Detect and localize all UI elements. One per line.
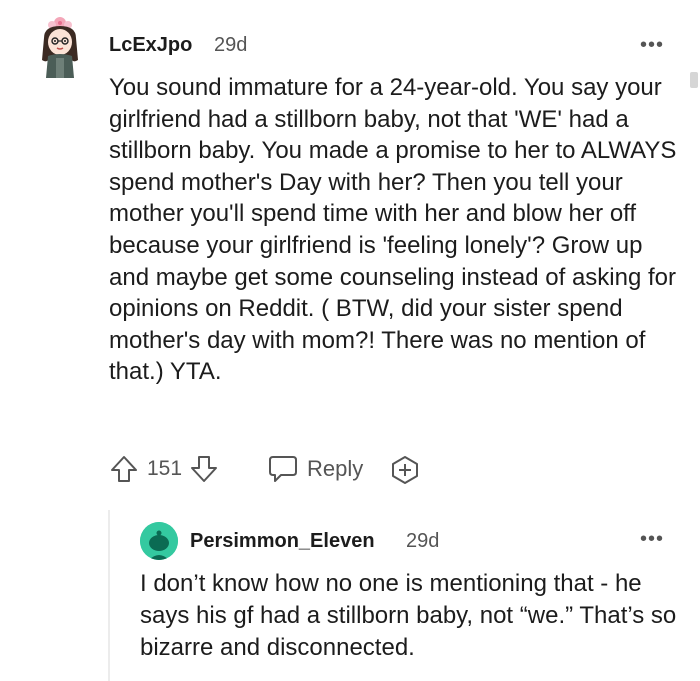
comment-body: You sound immature for a 24-year-old. Yo…: [109, 74, 677, 386]
reply-label[interactable]: Reply: [307, 456, 363, 482]
downvote-button[interactable]: [189, 454, 219, 484]
comment-timestamp: 29d: [214, 34, 248, 56]
thread-line[interactable]: [108, 510, 110, 681]
reply-button[interactable]: [267, 452, 299, 484]
upvote-button[interactable]: [109, 454, 139, 484]
reply-body: I don’t know how no one is mentioning th…: [140, 570, 677, 661]
reply-more-options-button[interactable]: •••: [640, 528, 664, 551]
vote-count: 151: [147, 457, 183, 480]
scrollbar-thumb[interactable]: [690, 72, 698, 88]
reply-icon: [269, 456, 297, 482]
snoo-avatar-icon: [140, 522, 178, 560]
upvote-icon: [111, 456, 137, 482]
comment-actions: 151 Reply: [109, 452, 439, 486]
more-options-button[interactable]: •••: [640, 34, 664, 57]
reply-username[interactable]: Persimmon_Eleven: [190, 530, 375, 553]
reply-timestamp: 29d: [406, 530, 440, 552]
user-avatar[interactable]: [36, 16, 84, 78]
award-icon: [392, 456, 418, 484]
reply-avatar[interactable]: [140, 522, 178, 560]
award-button[interactable]: [389, 454, 421, 486]
comment-username[interactable]: LcExJpo: [109, 34, 192, 57]
downvote-icon: [191, 456, 217, 482]
